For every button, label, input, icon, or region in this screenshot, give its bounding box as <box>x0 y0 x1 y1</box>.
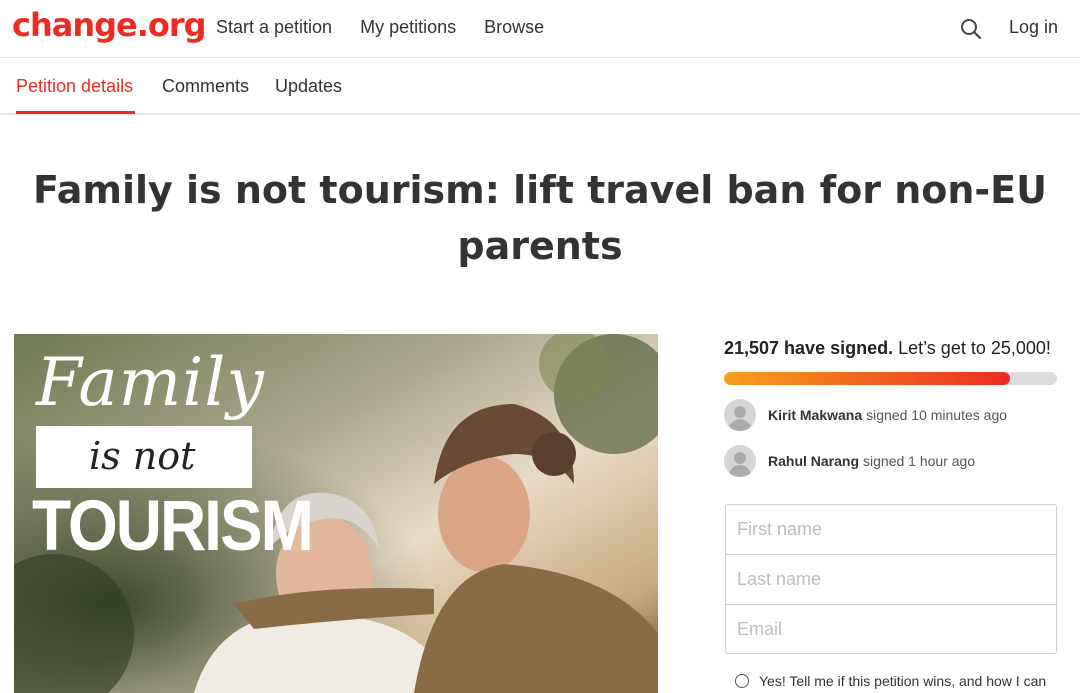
hero-text-tourism: TOURISM <box>32 485 314 566</box>
signature-progress-fill <box>724 372 1011 385</box>
main-nav: Start a petition My petitions Browse <box>216 17 544 38</box>
hero-text-is-not: is not <box>89 434 196 478</box>
active-tab-indicator <box>16 111 135 114</box>
nav-my-petitions[interactable]: My petitions <box>360 17 456 38</box>
login-link[interactable]: Log in <box>1009 17 1058 38</box>
nav-browse[interactable]: Browse <box>484 17 544 38</box>
sign-petition-form <box>725 504 1057 654</box>
optin-radio[interactable] <box>735 674 749 688</box>
email-field[interactable] <box>726 605 1056 653</box>
signature-progress-bar <box>724 372 1057 385</box>
signature-goal: Let’s get to 25,000! <box>898 338 1051 358</box>
signer-time: signed 1 hour ago <box>863 453 976 469</box>
search-icon[interactable] <box>958 16 984 42</box>
recent-signer: Kirit Makwana signed 10 minutes ago <box>724 399 1007 431</box>
petition-title: Family is not tourism: lift travel ban f… <box>32 168 1048 268</box>
signer-name: Kirit Makwana <box>768 407 863 423</box>
hero-text-family: Family <box>36 344 265 421</box>
signer-time: signed 10 minutes ago <box>866 407 1008 423</box>
avatar <box>724 399 756 431</box>
tab-petition-details[interactable]: Petition details <box>16 76 133 97</box>
tab-updates[interactable]: Updates <box>275 76 342 97</box>
last-name-field[interactable] <box>726 555 1056 605</box>
optin-option[interactable]: Yes! Tell me if this petition wins, and … <box>735 673 1046 689</box>
petition-tabs: Petition details Comments Updates <box>0 59 1080 115</box>
recent-signer: Rahul Narang signed 1 hour ago <box>724 445 975 477</box>
tab-comments[interactable]: Comments <box>162 76 249 97</box>
signer-name: Rahul Narang <box>768 453 860 469</box>
avatar <box>724 445 756 477</box>
nav-start-petition[interactable]: Start a petition <box>216 17 332 38</box>
change-org-logo[interactable]: change.org <box>12 6 207 44</box>
signature-count-number: 21,507 have signed. <box>724 338 894 358</box>
signature-count: 21,507 have signed. Let’s get to 25,000! <box>724 338 1051 359</box>
first-name-field[interactable] <box>726 505 1056 555</box>
top-navigation-bar: change.org Start a petition My petitions… <box>0 0 1080 58</box>
petition-hero-image: Family is not TOURISM <box>14 334 658 693</box>
optin-label: Yes! Tell me if this petition wins, and … <box>759 673 1047 689</box>
